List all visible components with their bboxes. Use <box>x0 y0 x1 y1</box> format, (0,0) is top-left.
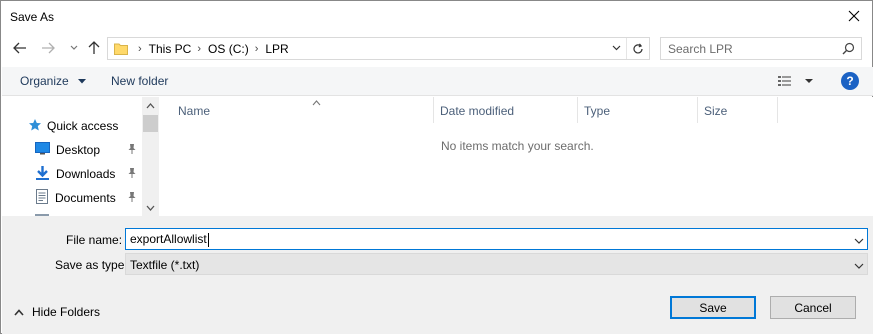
organize-label: Organize <box>20 74 69 88</box>
breadcrumb-this-pc[interactable]: This PC <box>149 42 192 56</box>
organize-button[interactable]: Organize <box>20 74 87 88</box>
command-toolbar: Organize New folder ? <box>2 67 873 96</box>
sidebar-item-downloads[interactable]: Downloads <box>35 163 115 185</box>
column-header-label: Date modified <box>440 104 515 118</box>
up-arrow-icon[interactable] <box>85 39 103 57</box>
chevron-down-icon[interactable] <box>854 233 864 247</box>
back-arrow-icon[interactable] <box>11 39 29 57</box>
save-button-label: Save <box>699 300 727 315</box>
new-folder-button[interactable]: New folder <box>111 74 168 88</box>
column-header-label: Name <box>178 104 211 118</box>
column-header-type[interactable]: Type <box>578 97 698 123</box>
file-name-label: File name: <box>66 233 122 247</box>
sidebar-item-label: Documents <box>55 191 116 205</box>
hide-folders-label: Hide Folders <box>32 305 101 319</box>
save-as-dialog: Save As › This PC › OS (C:) › LPR Search… <box>0 0 873 334</box>
sidebar-item-label: Quick access <box>47 119 119 133</box>
refresh-icon[interactable] <box>626 38 648 59</box>
sidebar-item-label: Desktop <box>56 143 101 157</box>
chevron-right-icon: › <box>138 43 142 55</box>
save-as-type-value: Textfile (*.txt) <box>130 258 200 272</box>
document-icon <box>35 189 49 207</box>
scrollbar-thumb[interactable] <box>143 115 158 132</box>
desktop-icon <box>35 142 50 158</box>
sidebar-item-label: Downloads <box>56 167 116 181</box>
chevron-down-icon[interactable] <box>854 258 864 272</box>
cancel-button-label: Cancel <box>794 300 832 315</box>
close-icon[interactable] <box>844 6 864 26</box>
title-bar: Save As <box>1 1 872 32</box>
chevron-right-icon[interactable]: › <box>255 43 259 55</box>
download-arrow-icon <box>35 165 50 183</box>
pin-icon[interactable] <box>127 191 137 206</box>
search-input[interactable]: Search LPR <box>660 37 862 60</box>
file-name-text: exportAllowlist <box>130 232 207 246</box>
folder-icon <box>114 42 128 55</box>
scroll-down-arrow-icon[interactable] <box>142 199 159 216</box>
save-button[interactable]: Save <box>670 296 756 319</box>
empty-results-message: No items match your search. <box>441 139 594 153</box>
sidebar-item-quick-access[interactable]: Quick access <box>28 115 118 137</box>
text-cursor <box>207 232 209 247</box>
chevron-right-icon[interactable]: › <box>197 43 201 55</box>
breadcrumb-lpr[interactable]: LPR <box>265 42 288 56</box>
save-as-type-label: Save as type: <box>55 258 128 272</box>
breadcrumb-os-c[interactable]: OS (C:) <box>208 42 249 56</box>
search-placeholder: Search LPR <box>668 42 733 56</box>
sidebar-item-documents[interactable]: Documents <box>35 187 116 209</box>
star-icon <box>28 118 42 135</box>
breadcrumb: › This PC › OS (C:) › LPR <box>132 42 289 56</box>
nav-scrollbar[interactable] <box>142 97 159 216</box>
column-header-name[interactable]: Name <box>172 97 434 123</box>
hide-folders-toggle[interactable]: Hide Folders <box>14 305 100 319</box>
file-list: Name Date modified Type Size No items ma… <box>159 97 873 216</box>
file-name-input[interactable]: exportAllowlist <box>125 228 868 250</box>
save-as-type-select[interactable]: Textfile (*.txt) <box>125 253 868 275</box>
recent-locations-chevron-icon[interactable] <box>65 39 83 57</box>
save-options-panel: File name: exportAllowlist Save as type:… <box>2 216 873 334</box>
cancel-button[interactable]: Cancel <box>770 296 856 319</box>
sort-ascending-icon <box>312 95 321 109</box>
window-title: Save As <box>10 10 55 24</box>
organize-dropdown-icon <box>78 79 87 84</box>
column-header-label: Size <box>704 104 728 118</box>
address-dropdown-icon[interactable] <box>608 39 624 57</box>
help-icon[interactable]: ? <box>841 72 859 90</box>
forward-arrow-icon[interactable] <box>39 39 57 57</box>
sidebar-item-desktop[interactable]: Desktop <box>35 139 100 161</box>
column-header-label: Type <box>584 104 611 118</box>
change-view-icon[interactable] <box>778 75 814 90</box>
scroll-up-arrow-icon[interactable] <box>142 97 159 114</box>
pin-icon[interactable] <box>127 167 137 182</box>
file-name-label-text: File name: <box>66 233 123 247</box>
chevron-up-icon <box>14 305 24 319</box>
file-name-value: exportAllowlist <box>130 232 209 247</box>
address-bar[interactable]: › This PC › OS (C:) › LPR <box>107 37 650 60</box>
pin-icon[interactable] <box>127 143 137 158</box>
navigation-pane: Quick access Desktop Downloads Documents <box>2 97 159 216</box>
search-icon[interactable] <box>842 42 855 58</box>
column-header-size[interactable]: Size <box>698 97 778 123</box>
column-header-date-modified[interactable]: Date modified <box>434 97 578 123</box>
